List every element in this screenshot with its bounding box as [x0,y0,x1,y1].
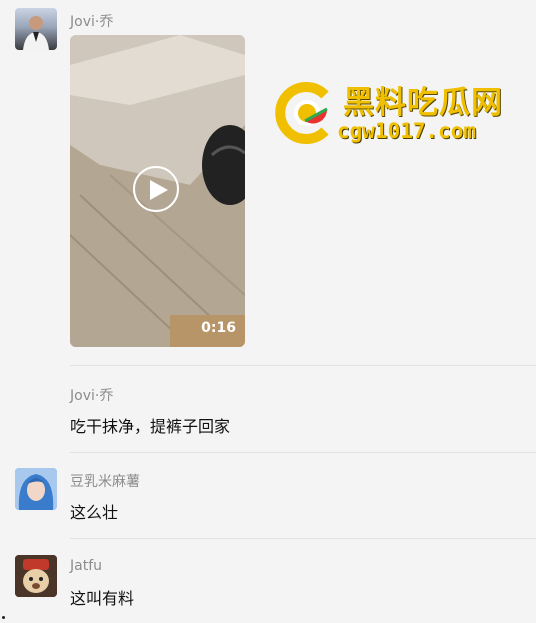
watermark-logo-icon [275,82,329,144]
avatar-image [15,555,57,597]
watermark-url: cgw1017.com [337,119,477,143]
divider [70,365,536,366]
divider [70,538,536,539]
avatar[interactable] [15,468,57,510]
message-body[interactable]: 这叫有料 [70,585,134,609]
sender-name: Jatfu [70,558,102,574]
message-body[interactable]: 这么壮 [70,499,118,523]
message-text: Jatfu 这叫有料 [0,538,536,623]
sender-name: Jovi·乔 [70,388,114,404]
play-icon [150,180,168,200]
avatar-image [15,468,57,510]
video-duration: 0:16 [201,320,236,336]
stray-dot [2,616,5,619]
message-video: Jovi·乔 0:16 [0,0,536,360]
play-button[interactable] [133,166,179,212]
video-thumbnail[interactable]: 0:16 [70,35,245,347]
message-text: 豆乳米麻薯 这么壮 [0,452,536,538]
message-body[interactable]: 吃干抹净，提裤子回家 [70,413,230,437]
sender-name: 豆乳米麻薯 [70,474,140,490]
watermark: 黑料吃瓜网 cgw1017.com [275,78,520,148]
divider [70,452,536,453]
avatar-image [23,16,49,50]
avatar[interactable] [15,555,57,597]
watermark-title: 黑料吃瓜网 [343,85,503,121]
sender-name: Jovi·乔 [70,14,114,30]
message-text: Jovi·乔 吃干抹净，提裤子回家 [0,365,536,452]
avatar[interactable] [15,8,57,50]
